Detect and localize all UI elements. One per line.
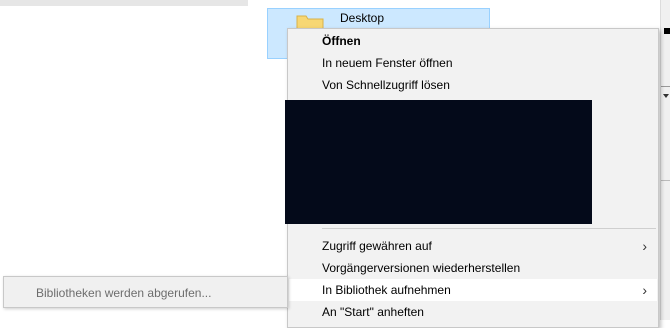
menu-item-label: Von Schnellzugriff lösen xyxy=(322,78,450,92)
menu-item-restore-versions[interactable]: Vorgängerversionen wiederherstellen xyxy=(289,257,657,279)
menu-item-open-new-window[interactable]: In neuem Fenster öffnen xyxy=(289,52,657,74)
menu-item-label: Zugriff gewähren auf xyxy=(322,239,432,253)
dropdown-arrow-icon[interactable] xyxy=(663,94,669,98)
library-submenu-loading: Bibliotheken werden abgerufen... xyxy=(3,276,288,308)
redacted-region xyxy=(285,100,592,224)
menu-item-label: An "Start" anheften xyxy=(322,305,424,319)
loading-text: Bibliotheken werden abgerufen... xyxy=(36,286,212,300)
menu-item-include-library[interactable]: In Bibliothek aufnehmen › xyxy=(289,279,657,301)
menu-item-label: Öffnen xyxy=(322,34,361,48)
menu-item-label: Vorgängerversionen wiederherstellen xyxy=(322,261,521,275)
right-pane-edge xyxy=(660,0,670,320)
menu-item-give-access[interactable]: Zugriff gewähren auf › xyxy=(289,235,657,257)
chevron-right-icon: › xyxy=(642,282,647,298)
pane-divider xyxy=(661,86,670,87)
title-bar-strip xyxy=(0,0,248,6)
menu-item-label: In neuem Fenster öffnen xyxy=(322,56,453,70)
chevron-right-icon: › xyxy=(642,238,647,254)
pane-marker xyxy=(664,28,670,34)
menu-separator xyxy=(322,228,656,229)
menu-item-label: In Bibliothek aufnehmen xyxy=(322,283,451,297)
folder-label: Desktop xyxy=(340,11,385,25)
menu-item-unpin-quick-access[interactable]: Von Schnellzugriff lösen xyxy=(289,74,657,96)
menu-item-open[interactable]: Öffnen xyxy=(289,30,657,52)
pane-divider xyxy=(661,180,670,181)
